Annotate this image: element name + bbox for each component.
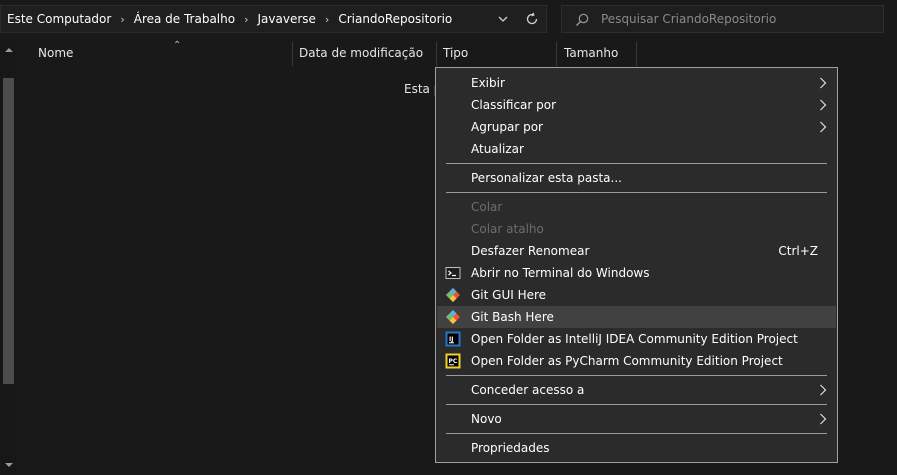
menu-separator (446, 433, 827, 434)
column-divider[interactable] (292, 42, 293, 66)
menu-item-desfazer-renomear[interactable]: Desfazer Renomear Ctrl+Z (437, 240, 836, 262)
menu-item-label: Desfazer Renomear (471, 244, 590, 258)
menu-item-agrupar-por[interactable]: Agrupar por (437, 116, 836, 138)
vertical-scrollbar[interactable] (0, 40, 17, 475)
search-icon (576, 13, 589, 26)
chevron-down-icon[interactable] (495, 11, 511, 27)
column-name[interactable]: Nome (38, 40, 73, 66)
search-input[interactable]: Pesquisar CriandoRepositorio (601, 12, 776, 26)
address-bar[interactable]: Este Computador › Área de Trabalho › Jav… (0, 5, 547, 33)
svg-text:PC: PC (449, 358, 458, 365)
terminal-icon (445, 267, 461, 279)
breadcrumb-chevron-icon[interactable]: › (325, 13, 329, 26)
menu-separator (446, 375, 827, 376)
menu-item-label: Colar atalho (471, 222, 544, 236)
scroll-down-arrow-icon[interactable] (4, 461, 14, 469)
refresh-icon[interactable] (523, 10, 541, 28)
menu-item-colar: Colar (437, 196, 836, 218)
menu-item-label: Git GUI Here (471, 288, 547, 302)
column-size[interactable]: Tamanho (564, 40, 618, 66)
git-icon (446, 310, 460, 324)
sort-ascending-icon: ⌃ (173, 40, 182, 51)
breadcrumb-item-javaverse[interactable]: Javaverse (258, 12, 316, 26)
breadcrumb-item-current-folder[interactable]: CriandoRepositorio (338, 12, 452, 26)
menu-item-label: Classificar por (471, 98, 557, 112)
menu-item-colar-atalho: Colar atalho (437, 218, 836, 240)
column-type[interactable]: Tipo (443, 40, 468, 66)
menu-item-label: Colar (471, 200, 503, 214)
column-headers: ⌃ Nome Data de modificação Tipo Tamanho (17, 40, 897, 66)
menu-item-open-intellij[interactable]: IJ Open Folder as IntelliJ IDEA Communit… (437, 328, 836, 350)
scrollbar-thumb[interactable] (3, 78, 14, 384)
breadcrumb-item-desktop[interactable]: Área de Trabalho (134, 12, 235, 26)
context-menu: Exibir Classificar por Agrupar por Atual… (435, 67, 838, 463)
breadcrumb: Este Computador › Área de Trabalho › Jav… (7, 6, 452, 32)
column-divider[interactable] (636, 42, 637, 66)
menu-item-personalizar-pasta[interactable]: Personalizar esta pasta... (437, 167, 836, 189)
chevron-right-icon (820, 384, 827, 396)
breadcrumb-chevron-icon[interactable]: › (244, 13, 248, 26)
menu-item-conceder-acesso[interactable]: Conceder acesso a (437, 379, 836, 401)
menu-separator (446, 163, 827, 164)
breadcrumb-item-computer[interactable]: Este Computador (7, 12, 111, 26)
menu-item-label: Git Bash Here (471, 310, 554, 324)
address-toolbar: Este Computador › Área de Trabalho › Jav… (0, 0, 897, 38)
menu-item-label: Propriedades (471, 441, 550, 455)
pycharm-icon: PC (445, 353, 461, 369)
menu-item-label: Exibir (471, 76, 505, 90)
git-icon (446, 288, 460, 302)
menu-item-git-gui[interactable]: Git GUI Here (437, 284, 836, 306)
column-modified[interactable]: Data de modificação (299, 40, 423, 66)
menu-item-label: Atualizar (471, 142, 524, 156)
search-box[interactable]: Pesquisar CriandoRepositorio (561, 5, 884, 33)
menu-item-propriedades[interactable]: Propriedades (437, 437, 836, 459)
svg-text:IJ: IJ (449, 336, 453, 343)
menu-item-open-pycharm[interactable]: PC Open Folder as PyCharm Community Edit… (437, 350, 836, 372)
chevron-right-icon (820, 413, 827, 425)
chevron-right-icon (820, 121, 827, 133)
column-divider[interactable] (436, 42, 437, 66)
menu-item-classificar-por[interactable]: Classificar por (437, 94, 836, 116)
column-divider[interactable] (556, 42, 557, 66)
menu-item-label: Conceder acesso a (471, 383, 585, 397)
breadcrumb-chevron-icon[interactable]: › (120, 13, 124, 26)
menu-item-git-bash[interactable]: Git Bash Here (437, 306, 836, 328)
chevron-right-icon (820, 77, 827, 89)
chevron-right-icon (820, 99, 827, 111)
intellij-icon: IJ (445, 331, 461, 347)
menu-item-label: Agrupar por (471, 120, 543, 134)
menu-item-label: Abrir no Terminal do Windows (471, 266, 650, 280)
menu-item-atualizar[interactable]: Atualizar (437, 138, 836, 160)
shortcut-label: Ctrl+Z (778, 244, 818, 258)
menu-separator (446, 404, 827, 405)
menu-item-label: Open Folder as PyCharm Community Edition… (471, 354, 783, 368)
menu-item-exibir[interactable]: Exibir (437, 72, 836, 94)
menu-separator (446, 192, 827, 193)
menu-item-label: Personalizar esta pasta... (471, 171, 622, 185)
menu-item-abrir-terminal[interactable]: Abrir no Terminal do Windows (437, 262, 836, 284)
scroll-up-arrow-icon[interactable] (4, 46, 14, 54)
menu-item-label: Novo (471, 412, 502, 426)
menu-item-novo[interactable]: Novo (437, 408, 836, 430)
menu-item-label: Open Folder as IntelliJ IDEA Community E… (471, 332, 798, 346)
